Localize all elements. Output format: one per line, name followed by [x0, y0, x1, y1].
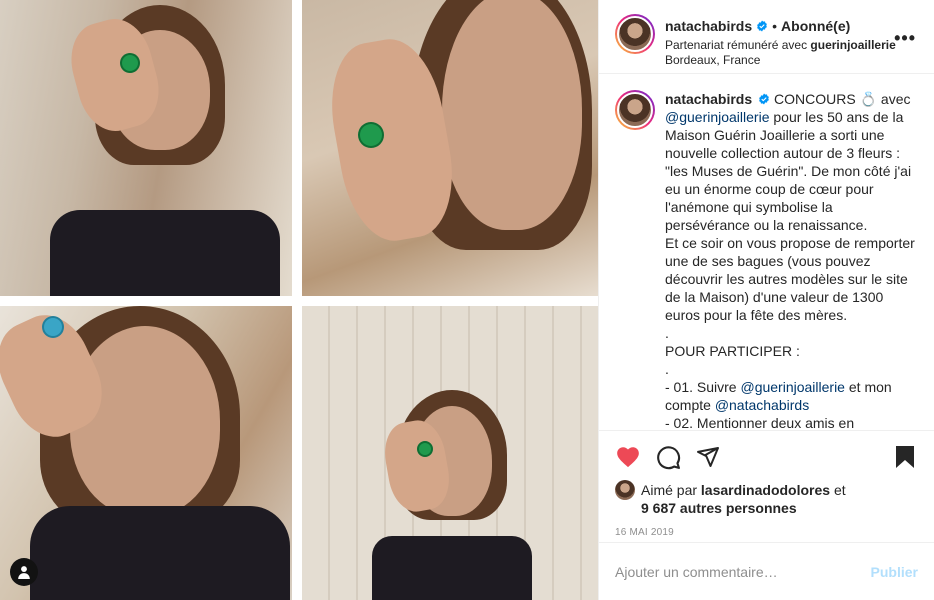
save-button[interactable] — [892, 444, 918, 470]
mention-guerinjoaillerie[interactable]: @guerinjoaillerie — [665, 109, 770, 125]
comment-icon — [656, 445, 680, 469]
follow-status-button[interactable]: Abonné(e) — [781, 18, 850, 34]
partnership-prefix: Partenariat rémunéré avec — [665, 38, 808, 52]
comment-button[interactable] — [655, 444, 681, 470]
photo-3 — [0, 306, 292, 600]
caption-author-username[interactable]: natachabirds — [665, 91, 752, 107]
likes-prefix: Aimé par — [641, 482, 698, 498]
tagged-users-button[interactable] — [10, 558, 38, 586]
likes-others-link[interactable]: 9 687 autres personnes — [641, 500, 797, 516]
photo-2 — [302, 0, 598, 296]
liker-username[interactable]: lasardinadodolores — [701, 482, 830, 498]
bookmark-filled-icon — [896, 446, 914, 468]
author-username[interactable]: natachabirds — [665, 18, 752, 34]
mention-natachabirds[interactable]: @natachabirds — [715, 397, 809, 413]
post-media[interactable] — [0, 0, 598, 600]
liker-avatar[interactable] — [615, 480, 635, 500]
photo-4 — [302, 306, 598, 600]
caption-body-3: - 02. Mentionner deux amis en commentair… — [665, 415, 855, 430]
user-icon — [18, 566, 30, 579]
post-panel: natachabirds • Abonné(e) Partenariat rém… — [598, 0, 934, 600]
verified-badge-icon — [759, 93, 770, 105]
caption-section: natachabirds CONCOURS 💍 avec @guerinjoai… — [599, 74, 934, 430]
author-avatar[interactable] — [615, 14, 655, 54]
likes-summary: Aimé par lasardinadodolores et 9 687 aut… — [615, 480, 918, 517]
share-icon — [697, 447, 719, 467]
location-link[interactable]: Bordeaux, France — [665, 53, 896, 68]
share-button[interactable] — [695, 444, 721, 470]
publish-button[interactable]: Publier — [871, 564, 918, 580]
mention-guerinjoaillerie-2[interactable]: @guerinjoaillerie — [740, 379, 845, 395]
caption-intro: CONCOURS 💍 avec — [770, 91, 911, 107]
heart-filled-icon — [617, 447, 639, 468]
verified-badge-icon — [757, 20, 768, 32]
partner-link[interactable]: guerinjoaillerie — [810, 38, 895, 52]
post-actions: Aimé par lasardinadodolores et 9 687 aut… — [599, 430, 934, 542]
more-options-button[interactable]: ••• — [894, 28, 916, 49]
more-horizontal-icon: ••• — [894, 28, 916, 48]
photo-1 — [0, 0, 292, 296]
post-header: natachabirds • Abonné(e) Partenariat rém… — [599, 0, 934, 74]
likes-suffix: et — [830, 482, 846, 498]
like-button[interactable] — [615, 444, 641, 470]
caption-author-avatar[interactable] — [615, 90, 655, 130]
partnership-line: Partenariat rémunéré avec guerinjoailler… — [665, 38, 896, 53]
post-date[interactable]: 16 MAI 2019 — [615, 527, 918, 538]
add-comment-bar: Publier — [599, 542, 934, 600]
caption-body-1: pour les 50 ans de la Maison Guérin Joai… — [665, 109, 915, 395]
caption-text: natachabirds CONCOURS 💍 avec @guerinjoai… — [665, 90, 915, 430]
separator-dot: • — [772, 18, 778, 34]
comment-input[interactable] — [615, 563, 871, 580]
